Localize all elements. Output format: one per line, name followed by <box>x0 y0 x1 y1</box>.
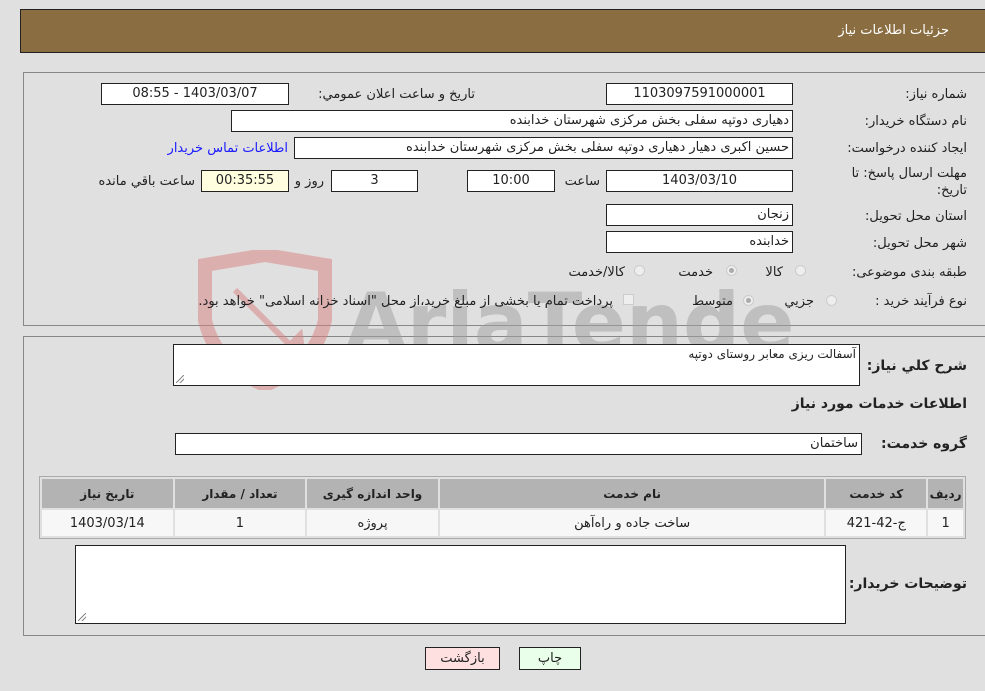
services-heading: اطلاعات خدمات مورد نياز <box>791 396 967 412</box>
deadline-label-line2: تاریخ: <box>936 183 967 198</box>
page-title: جزئیات اطلاعات نیاز <box>838 23 949 38</box>
cell-quantity: 1 <box>174 510 306 536</box>
description-textarea[interactable]: آسفالت ریزی معابر روستای دوتپه <box>173 344 860 386</box>
city-label: شهر محل تحویل: <box>872 236 967 251</box>
announce-datetime-label: تاریخ و ساعت اعلان عمومي: <box>318 87 475 102</box>
service-group-label: گروه خدمت: <box>881 436 967 452</box>
time-remaining-label: ساعت باقي مانده <box>98 174 195 189</box>
print-button[interactable]: چاپ <box>519 647 581 670</box>
province-field: زنجان <box>606 204 793 226</box>
category-option-service: خدمت <box>678 265 713 280</box>
category-radio-service[interactable] <box>726 265 737 276</box>
days-remaining-field: 3 <box>331 170 418 192</box>
description-label: شرح کلي نياز: <box>866 358 967 374</box>
resize-handle-icon[interactable] <box>78 613 86 621</box>
announce-datetime-field: 1403/03/07 - 08:55 <box>101 83 289 105</box>
description-value: آسفالت ریزی معابر روستای دوتپه <box>688 347 856 361</box>
cell-service-name: ساخت جاده و راه‌آهن <box>439 510 825 536</box>
back-button[interactable]: بازگشت <box>425 647 500 670</box>
page-header: جزئیات اطلاعات نیاز <box>20 9 985 53</box>
services-table: ردیف کد خدمت نام خدمت واحد اندازه گیری ت… <box>39 476 966 539</box>
treasury-payment-checkbox[interactable] <box>623 294 634 305</box>
buyer-notes-textarea[interactable] <box>75 545 846 624</box>
purchase-type-label: نوع فرآیند خرید : <box>875 294 967 309</box>
category-radio-goods[interactable] <box>795 265 806 276</box>
cell-unit: پروژه <box>307 510 438 536</box>
deadline-date-field: 1403/03/10 <box>606 170 793 192</box>
cell-service-code: ج-42-421 <box>826 510 927 536</box>
purchase-option-medium: متوسط <box>692 294 733 309</box>
category-label: طبقه بندی موضوعی: <box>851 265 967 280</box>
cell-row-number: 1 <box>928 510 963 536</box>
creator-label: ایجاد کننده درخواست: <box>847 141 967 156</box>
need-number-label: شماره نیاز: <box>905 87 967 102</box>
days-label: روز و <box>294 174 324 189</box>
col-header-unit: واحد اندازه گیری <box>307 479 438 508</box>
col-header-need-date: تاریخ نیاز <box>42 479 173 508</box>
time-remaining-field: 00:35:55 <box>201 170 289 192</box>
creator-field: حسین اکبری دهیار دهیاری دوتپه سفلی بخش م… <box>294 137 793 159</box>
deadline-time-field: 10:00 <box>467 170 555 192</box>
service-group-field: ساختمان <box>175 433 862 455</box>
purchase-radio-medium[interactable] <box>743 295 754 306</box>
city-field: خدابنده <box>606 231 793 253</box>
col-header-service-code: کد خدمت <box>826 479 927 508</box>
purchase-option-minor: جزیي <box>784 294 814 309</box>
treasury-payment-note: پرداخت تمام یا بخشی از مبلغ خرید،از محل … <box>198 294 613 309</box>
col-header-row-number: ردیف <box>928 479 963 508</box>
buyer-contact-link[interactable]: اطلاعات تماس خریدار <box>168 141 288 156</box>
col-header-service-name: نام خدمت <box>439 479 825 508</box>
need-number-field: 1103097591000001 <box>606 83 793 105</box>
category-option-goods: کالا <box>765 265 783 280</box>
category-radio-goods-service[interactable] <box>634 265 645 276</box>
deadline-time-label: ساعت <box>564 174 600 189</box>
purchase-radio-minor[interactable] <box>826 295 837 306</box>
table-header-row: ردیف کد خدمت نام خدمت واحد اندازه گیری ت… <box>42 479 963 508</box>
resize-handle-icon[interactable] <box>176 375 184 383</box>
table-row: 1 ج-42-421 ساخت جاده و راه‌آهن پروژه 1 1… <box>42 510 963 536</box>
category-option-goods-service: کالا/خدمت <box>568 265 625 280</box>
buyer-notes-label: توضیحات خریدار: <box>848 576 967 592</box>
col-header-quantity: تعداد / مقدار <box>174 479 306 508</box>
deadline-label-line1: مهلت ارسال پاسخ: تا <box>851 166 967 181</box>
cell-need-date: 1403/03/14 <box>42 510 173 536</box>
buyer-org-label: نام دستگاه خریدار: <box>864 114 967 129</box>
buyer-org-field: دهیاری دوتپه سفلی بخش مرکزی شهرستان خداب… <box>231 110 793 132</box>
province-label: استان محل تحویل: <box>865 209 967 224</box>
